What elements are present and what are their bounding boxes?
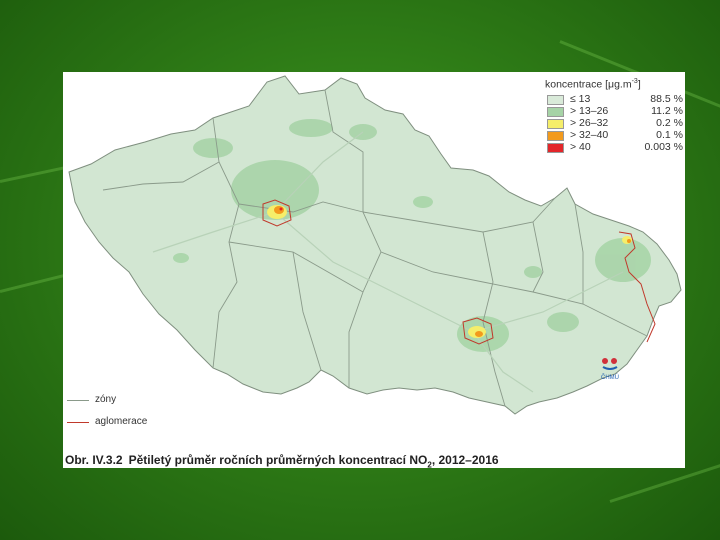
- legend-swatch: [547, 131, 564, 141]
- legend-row: > 40 0.003 %: [545, 142, 683, 154]
- legend-percent: 11.2 %: [651, 105, 683, 117]
- background-streak: [0, 273, 69, 293]
- hotspot-brno: [468, 326, 486, 338]
- legend-percent: 0.1 %: [656, 129, 683, 141]
- legend-label: ≤ 13: [570, 93, 591, 105]
- legend-swatch: [547, 95, 564, 105]
- legend-swatch: [547, 107, 564, 117]
- svg-text:ČHMÚ: ČHMÚ: [601, 374, 619, 381]
- figure-number: Obr. IV.3.2: [65, 453, 123, 467]
- caption-years: , 2012–2016: [431, 453, 499, 467]
- legend-title: koncentrace [μg.m-3]: [545, 78, 641, 91]
- legend-label: > 13–26: [570, 105, 609, 117]
- concentration-legend: koncentrace [μg.m-3] ≤ 13 88.5 % > 13–26…: [545, 78, 683, 154]
- zone-line-swatch: [67, 400, 89, 401]
- agglomeration-label: aglomerace: [95, 416, 148, 427]
- legend-swatch: [547, 143, 564, 153]
- legend-percent: 88.5 %: [650, 93, 683, 105]
- legend-swatch: [547, 119, 564, 129]
- legend-label: > 26–32: [570, 117, 609, 129]
- chmu-logo: ČHMÚ: [601, 358, 619, 381]
- zones-label: zóny: [95, 394, 117, 405]
- hotspot-prague: [267, 205, 287, 219]
- legend-percent: 0.2 %: [656, 117, 683, 129]
- hotspot-ostrava: [622, 236, 632, 244]
- background-streak: [0, 165, 69, 183]
- figure-caption: Obr. IV.3.2 Pětiletý průměr ročních průmě…: [65, 453, 499, 468]
- legend-percent: 0.003 %: [644, 141, 683, 153]
- map-figure-panel: koncentrace [μg.m-3] ≤ 13 88.5 % > 13–26…: [63, 72, 685, 468]
- legend-label: > 32–40: [570, 129, 609, 141]
- agglomeration-line-swatch: [67, 422, 89, 423]
- caption-text: Pětiletý průměr ročních průměrných konce…: [128, 453, 428, 467]
- legend-label: > 40: [570, 141, 591, 153]
